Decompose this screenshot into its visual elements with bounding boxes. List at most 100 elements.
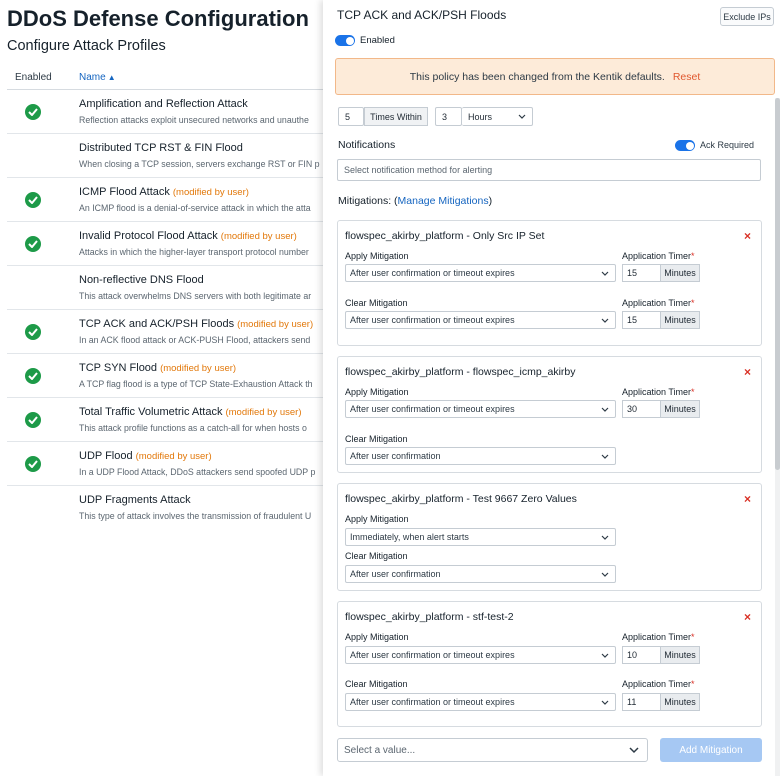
page-subtitle: Configure Attack Profiles bbox=[7, 38, 166, 54]
clear-timer-value[interactable]: 15 bbox=[622, 311, 660, 329]
apply-mitigation-select[interactable]: After user confirmation or timeout expir… bbox=[345, 646, 616, 664]
apply-timer-input[interactable]: 15 Minutes bbox=[622, 264, 700, 282]
manage-mitigations-link[interactable]: Manage Mitigations bbox=[398, 195, 489, 207]
required-marker: * bbox=[691, 251, 695, 261]
profile-name[interactable]: TCP ACK and ACK/PSH Floods (modified by u… bbox=[79, 318, 313, 330]
profile-name[interactable]: Non-reflective DNS Flood bbox=[79, 274, 207, 286]
table-row[interactable]: UDP Fragments Attack This type of attack… bbox=[7, 486, 340, 530]
mitigations-close-paren: ) bbox=[488, 195, 493, 207]
clear-timer-input[interactable]: 15 Minutes bbox=[622, 311, 700, 329]
column-header-name[interactable]: Name ▲ bbox=[79, 72, 116, 83]
profile-description: When closing a TCP session, servers exch… bbox=[79, 159, 320, 169]
table-row[interactable]: UDP Flood (modified by user) In a UDP Flo… bbox=[7, 442, 340, 486]
hours-unit-select[interactable]: Hours bbox=[462, 107, 533, 126]
apply-mitigation-select[interactable]: Immediately, when alert starts bbox=[345, 528, 616, 546]
ack-required-toggle[interactable] bbox=[675, 140, 695, 151]
remove-mitigation-icon[interactable]: × bbox=[744, 492, 751, 506]
timer-label-text: Application Timer bbox=[622, 387, 692, 397]
table-row[interactable]: Amplification and Reflection Attack Refl… bbox=[7, 90, 340, 134]
chevron-down-icon bbox=[601, 407, 609, 412]
remove-mitigation-icon[interactable]: × bbox=[744, 365, 751, 379]
clear-mitigation-label: Clear Mitigation bbox=[345, 434, 408, 444]
apply-mitigation-select[interactable]: After user confirmation or timeout expir… bbox=[345, 400, 616, 418]
remove-mitigation-icon[interactable]: × bbox=[744, 610, 751, 624]
clear-mitigation-select[interactable]: After user confirmation or timeout expir… bbox=[345, 693, 616, 711]
mitigation-card-title: flowspec_akirby_platform - Only Src IP S… bbox=[345, 230, 545, 242]
profile-name[interactable]: Amplification and Reflection Attack bbox=[79, 98, 251, 110]
table-row[interactable]: ICMP Flood Attack (modified by user) An I… bbox=[7, 178, 340, 222]
minutes-addon: Minutes bbox=[660, 264, 700, 282]
table-row[interactable]: Total Traffic Volumetric Attack (modified… bbox=[7, 398, 340, 442]
chevron-down-icon bbox=[601, 653, 609, 658]
table-row[interactable]: Distributed TCP RST & FIN Flood When clo… bbox=[7, 134, 340, 178]
minutes-addon: Minutes bbox=[660, 400, 700, 418]
apply-mitigation-select[interactable]: After user confirmation or timeout expir… bbox=[345, 264, 616, 282]
profile-name[interactable]: Total Traffic Volumetric Attack (modified… bbox=[79, 406, 302, 418]
clear-mitigation-select[interactable]: After user confirmation bbox=[345, 565, 616, 583]
required-marker: * bbox=[691, 679, 695, 689]
application-timer-label: Application Timer* bbox=[622, 632, 695, 642]
banner-text: This policy has been changed from the Ke… bbox=[409, 70, 665, 83]
mitigation-card: flowspec_akirby_platform - flowspec_icmp… bbox=[337, 356, 762, 473]
ack-required-label: Ack Required bbox=[700, 140, 755, 150]
hours-input[interactable]: 3 bbox=[435, 107, 462, 126]
notification-method-select[interactable]: Select notification method for alerting bbox=[337, 159, 761, 181]
add-mitigation-select[interactable]: Select a value... bbox=[337, 738, 648, 762]
mitigations-label: Mitigations: ( bbox=[338, 195, 398, 207]
table-row[interactable]: Non-reflective DNS Flood This attack ove… bbox=[7, 266, 340, 310]
reset-link[interactable]: Reset bbox=[673, 71, 700, 83]
exclude-ips-button[interactable]: Exclude IPs bbox=[720, 7, 774, 26]
column-header-enabled[interactable]: Enabled bbox=[15, 72, 52, 83]
apply-timer-input[interactable]: 30 Minutes bbox=[622, 400, 700, 418]
profile-name[interactable]: ICMP Flood Attack (modified by user) bbox=[79, 186, 249, 198]
clear-mitigation-label: Clear Mitigation bbox=[345, 551, 408, 561]
apply-mitigation-value: Immediately, when alert starts bbox=[350, 532, 469, 542]
scrollbar-thumb[interactable] bbox=[775, 98, 780, 470]
minutes-addon: Minutes bbox=[660, 646, 700, 664]
enabled-toggle[interactable] bbox=[335, 35, 355, 46]
clear-timer-value[interactable]: 11 bbox=[622, 693, 660, 711]
apply-mitigation-label: Apply Mitigation bbox=[345, 514, 409, 524]
clear-mitigation-value: After user confirmation or timeout expir… bbox=[350, 315, 515, 325]
application-timer-label: Application Timer* bbox=[622, 679, 695, 689]
edit-profile-drawer: TCP ACK and ACK/PSH Floods Exclude IPs E… bbox=[323, 0, 780, 776]
apply-timer-input[interactable]: 10 Minutes bbox=[622, 646, 700, 664]
profile-name[interactable]: Distributed TCP RST & FIN Flood bbox=[79, 142, 246, 154]
table-row[interactable]: TCP ACK and ACK/PSH Floods (modified by u… bbox=[7, 310, 340, 354]
profile-name[interactable]: UDP Flood (modified by user) bbox=[79, 450, 212, 462]
clear-mitigation-select[interactable]: After user confirmation or timeout expir… bbox=[345, 311, 616, 329]
apply-mitigation-label: Apply Mitigation bbox=[345, 632, 409, 642]
profile-description: Reflection attacks exploit unsecured net… bbox=[79, 115, 309, 125]
profile-name[interactable]: Invalid Protocol Flood Attack (modified b… bbox=[79, 230, 297, 242]
table-row[interactable]: Invalid Protocol Flood Attack (modified b… bbox=[7, 222, 340, 266]
chevron-down-icon bbox=[601, 318, 609, 323]
apply-timer-value[interactable]: 30 bbox=[622, 400, 660, 418]
profile-name[interactable]: TCP SYN Flood (modified by user) bbox=[79, 362, 236, 374]
clear-mitigation-label: Clear Mitigation bbox=[345, 679, 408, 689]
profile-description: Attacks in which the higher-layer transp… bbox=[79, 247, 309, 257]
clear-timer-input[interactable]: 11 Minutes bbox=[622, 693, 700, 711]
apply-timer-value[interactable]: 10 bbox=[622, 646, 660, 664]
enabled-check-icon bbox=[25, 324, 41, 340]
required-marker: * bbox=[691, 632, 695, 642]
profile-name[interactable]: UDP Fragments Attack bbox=[79, 494, 194, 506]
chevron-down-icon bbox=[601, 271, 609, 276]
table-row[interactable]: TCP SYN Flood (modified by user) A TCP fl… bbox=[7, 354, 340, 398]
chevron-down-icon bbox=[629, 747, 639, 754]
apply-mitigation-label: Apply Mitigation bbox=[345, 387, 409, 397]
apply-timer-value[interactable]: 15 bbox=[622, 264, 660, 282]
profile-description: A TCP flag flood is a type of TCP State-… bbox=[79, 379, 313, 389]
times-within-addon: Times Within bbox=[364, 107, 428, 126]
clear-mitigation-select[interactable]: After user confirmation bbox=[345, 447, 616, 465]
chevron-down-icon bbox=[601, 454, 609, 459]
mitigation-card: flowspec_akirby_platform - Only Src IP S… bbox=[337, 220, 762, 346]
modified-badge: (modified by user) bbox=[220, 231, 297, 242]
sort-ascending-icon: ▲ bbox=[107, 73, 116, 82]
drawer-title: TCP ACK and ACK/PSH Floods bbox=[337, 8, 507, 22]
times-input[interactable]: 5 bbox=[338, 107, 364, 126]
add-mitigation-button[interactable]: Add Mitigation bbox=[660, 738, 762, 762]
required-marker: * bbox=[691, 298, 695, 308]
remove-mitigation-icon[interactable]: × bbox=[744, 229, 751, 243]
application-timer-label: Application Timer* bbox=[622, 298, 695, 308]
modified-badge: (modified by user) bbox=[237, 319, 314, 330]
